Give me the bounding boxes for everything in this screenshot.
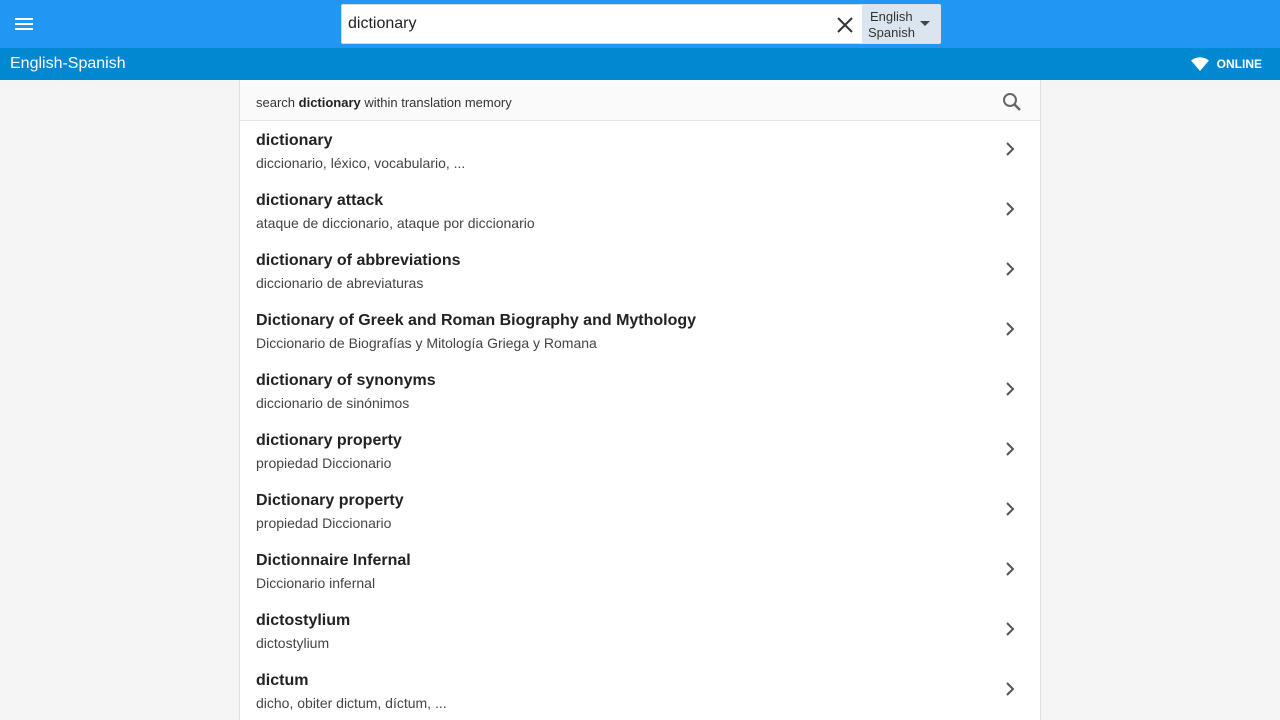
chevron-right-icon [1006,622,1015,636]
result-term: dictionary of synonyms [256,372,436,389]
result-translation: dictostylium [256,635,330,651]
language-target-label: Spanish [868,25,915,40]
chevron-right-icon [1006,382,1015,396]
dictionary-title: English-Spanish [10,55,126,72]
result-translation: diccionario de sinónimos [256,395,410,411]
chevron-right-icon [1006,562,1015,576]
result-item[interactable]: dictionary of abbreviations diccionario … [240,240,1040,300]
result-translation: propiedad Diccionario [256,515,392,531]
result-term: dictionary of abbreviations [256,252,461,269]
result-item[interactable]: dictostylium dictostylium [240,600,1040,660]
chevron-right-icon [1006,502,1015,516]
result-translation: Diccionario de Biografías y Mitología Gr… [256,335,597,351]
result-translation: ataque de diccionario, ataque por diccio… [256,215,535,231]
result-item[interactable]: dictionary of synonyms diccionario de si… [240,360,1040,420]
language-pair-select[interactable]: English Spanish [862,5,941,43]
result-translation: dicho, obiter dictum, díctum, ... [256,695,447,711]
chevron-right-icon [1006,142,1015,156]
result-term: Dictionary property [256,492,404,509]
close-icon [837,17,853,33]
result-item[interactable]: Dictionary property propiedad Diccionari… [240,480,1040,540]
wifi-icon [1190,57,1209,71]
chevron-right-icon [1006,322,1015,336]
result-term: dictionary [256,132,333,149]
tm-suffix: within translation memory [360,95,512,110]
chevron-right-icon [1006,442,1015,456]
dictionary-bar: English-Spanish ONLINE [0,48,1280,80]
chevron-right-icon [1006,682,1015,696]
top-app-bar: English Spanish [0,0,1280,48]
online-status-label: ONLINE [1216,57,1262,71]
chevron-right-icon [1006,262,1015,276]
menu-button[interactable] [12,12,36,36]
result-item[interactable]: Dictionnaire Infernal Diccionario infern… [240,540,1040,600]
result-term: dictum [256,672,309,689]
result-translation: diccionario, léxico, vocabulario, ... [256,155,466,171]
result-term: dictionary attack [256,192,384,209]
result-term: Dictionnaire Infernal [256,552,411,569]
result-item[interactable]: dictionary property propiedad Diccionari… [240,420,1040,480]
chevron-right-icon [1006,202,1015,216]
language-source-label: English [870,9,913,24]
search-icon[interactable] [1002,92,1022,112]
online-status: ONLINE [1190,56,1262,72]
result-term: dictostylium [256,612,351,629]
search-translation-memory-row[interactable]: search dictionary within translation mem… [240,82,1040,121]
result-translation: Diccionario infernal [256,575,376,591]
result-translation: propiedad Diccionario [256,455,392,471]
results-panel: search dictionary within translation mem… [239,80,1041,720]
tm-prefix: search [256,95,299,110]
result-term: dictionary property [256,432,402,449]
result-item[interactable]: dictionary diccionario, léxico, vocabula… [240,120,1040,180]
result-item[interactable]: dictum dicho, obiter dictum, díctum, ... [240,660,1040,720]
result-item[interactable]: dictionary attack ataque de diccionario,… [240,180,1040,240]
search-box: English Spanish [341,4,941,44]
result-item[interactable]: Dictionary of Greek and Roman Biography … [240,300,1040,360]
menu-icon [15,18,33,30]
result-translation: diccionario de abreviaturas [256,275,424,291]
result-term: Dictionary of Greek and Roman Biography … [256,312,697,329]
search-input[interactable] [348,5,828,43]
dropdown-arrow-icon [920,21,930,26]
tm-search-text: search dictionary within translation mem… [256,95,512,110]
clear-search-button[interactable] [834,14,856,36]
tm-term: dictionary [298,95,361,110]
